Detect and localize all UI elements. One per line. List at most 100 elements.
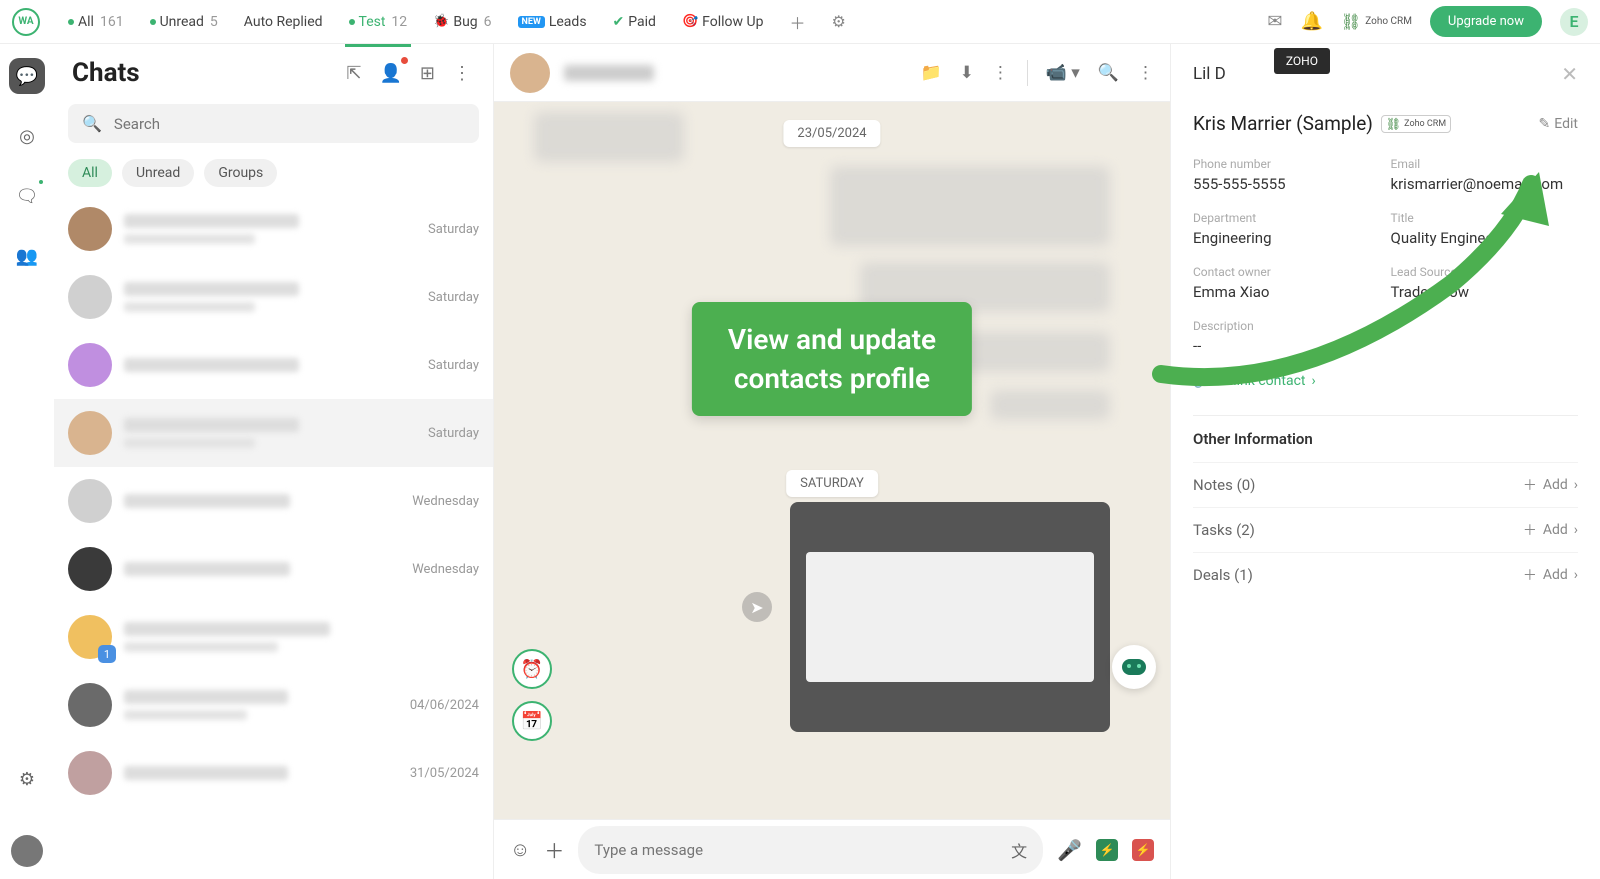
chat-item[interactable]: Saturday — [54, 331, 493, 399]
bot-assistant-button[interactable] — [1112, 645, 1156, 689]
desc-label: Description — [1193, 319, 1381, 333]
date-separator: SATURDAY — [786, 470, 878, 497]
unlink-contact-button[interactable]: 🔗Unlink contact› — [1193, 373, 1578, 389]
search-box[interactable]: 🔍 — [68, 104, 479, 143]
convo-search-icon[interactable]: 🔍 — [1098, 63, 1119, 83]
deals-row[interactable]: Deals (1)＋ Add › — [1193, 552, 1578, 597]
video-call-icon[interactable]: 📹 ▾ — [1046, 63, 1080, 83]
dept-label: Department — [1193, 211, 1381, 225]
user-avatar[interactable]: E — [1560, 8, 1588, 36]
filter-all[interactable]: All — [68, 159, 112, 187]
chat-item[interactable]: 31/05/2024 — [54, 739, 493, 807]
crm-contact-name: Kris Marrier (Sample) — [1193, 112, 1373, 135]
panel-contact-name: Lil D — [1193, 64, 1226, 84]
other-info-header: Other Information — [1193, 415, 1578, 448]
rail-user-avatar[interactable] — [11, 835, 43, 867]
message-composer: ☺ ＋ 文 🎤 ⚡ ⚡ — [494, 819, 1170, 879]
chat-menu-icon[interactable]: ⋮ — [449, 59, 475, 88]
quick-reply-icon[interactable]: ⚡ — [1096, 839, 1118, 861]
desc-value: -- — [1193, 337, 1381, 355]
crm-badge-mini: ⛓Zoho CRM — [1381, 115, 1451, 133]
convo-menu-icon[interactable]: ⋮ — [992, 63, 1009, 83]
tab-leads[interactable]: NEWLeads — [508, 8, 597, 36]
attach-icon[interactable]: ＋ — [544, 835, 564, 864]
add-contact-icon[interactable]: 👤 — [375, 59, 405, 88]
inbox-icon[interactable]: ✉ — [1267, 11, 1282, 32]
rail-status-icon[interactable]: ◎ — [9, 118, 45, 154]
owner-label: Contact owner — [1193, 265, 1381, 279]
calendar-button[interactable]: 📅 — [512, 701, 552, 741]
rail-chats-icon[interactable]: 💬 — [9, 58, 45, 94]
date-separator: 23/05/2024 — [783, 120, 880, 147]
rail-messages-icon[interactable]: 🗨 — [9, 178, 45, 214]
chat-item[interactable]: Saturday — [54, 263, 493, 331]
source-value: Trade Show — [1391, 283, 1579, 301]
conversation-avatar[interactable] — [510, 53, 550, 93]
template-icon[interactable]: ⚡ — [1132, 839, 1154, 861]
edit-button[interactable]: ✎Edit — [1539, 116, 1578, 132]
tab-paid[interactable]: ✔Paid — [603, 8, 666, 36]
rail-settings-icon[interactable]: ⚙ — [9, 761, 45, 797]
convo-more-icon[interactable]: ⋮ — [1137, 63, 1154, 83]
close-icon[interactable]: ✕ — [1561, 62, 1578, 86]
chat-list-panel: Chats ⇱ 👤 ⊞ ⋮ 🔍 All Unread Groups Saturd… — [54, 44, 494, 879]
app-logo[interactable]: WA — [12, 8, 40, 36]
reminder-button[interactable]: ⏰ — [512, 649, 552, 689]
tab-all[interactable]: All161 — [58, 8, 134, 36]
title-value: Quality Engineer — [1391, 229, 1579, 247]
left-rail: 💬 ◎ 🗨 👥 ⚙ — [0, 44, 54, 879]
translate-icon[interactable]: 文 — [1011, 838, 1027, 862]
chat-list-title: Chats — [72, 58, 332, 88]
annotation-callout: View and update contacts profile — [692, 302, 972, 416]
forward-icon[interactable]: ➤ — [742, 592, 772, 622]
mic-icon[interactable]: 🎤 — [1057, 838, 1082, 862]
tab-settings-button[interactable]: ⚙ — [821, 6, 855, 37]
email-value: krismarrier@noemail.com — [1391, 175, 1579, 193]
tab-auto-replied[interactable]: Auto Replied — [234, 8, 333, 36]
tab-test[interactable]: Test12 — [339, 8, 418, 36]
contact-profile-panel: Lil D ✕ Kris Marrier (Sample) ⛓Zoho CRM … — [1170, 44, 1600, 879]
conversation-header: 📁 ⬇ ⋮ 📹 ▾ 🔍 ⋮ — [494, 44, 1170, 102]
view-tabs: All161 Unread5 Auto Replied Test12 🐞Bug6… — [58, 4, 856, 40]
search-input[interactable] — [114, 115, 465, 133]
filter-groups[interactable]: Groups — [204, 159, 277, 187]
tab-unread[interactable]: Unread5 — [140, 8, 228, 36]
emoji-icon[interactable]: ☺ — [510, 837, 530, 862]
folder-icon[interactable]: 📁 — [920, 63, 941, 83]
notes-row[interactable]: Notes (0)＋ Add › — [1193, 462, 1578, 507]
top-navbar: WA All161 Unread5 Auto Replied Test12 🐞B… — [0, 0, 1600, 44]
chat-item[interactable]: Wednesday — [54, 535, 493, 603]
phone-label: Phone number — [1193, 157, 1381, 171]
rail-contacts-icon[interactable]: 👥 — [9, 238, 45, 274]
upgrade-button[interactable]: Upgrade now — [1430, 6, 1542, 37]
email-label: Email — [1391, 157, 1579, 171]
tasks-row[interactable]: Tasks (2)＋ Add › — [1193, 507, 1578, 552]
dept-value: Engineering — [1193, 229, 1381, 247]
conversation-panel: 📁 ⬇ ⋮ 📹 ▾ 🔍 ⋮ 23/05/2024 SATURDAY ➤ View… — [494, 44, 1170, 879]
chat-item[interactable]: Saturday — [54, 399, 493, 467]
phone-value: 555-555-5555 — [1193, 175, 1381, 193]
add-note-button[interactable]: ＋ Add › — [1523, 475, 1578, 495]
pencil-icon: ✎ — [1539, 116, 1551, 132]
add-deal-button[interactable]: ＋ Add › — [1523, 565, 1578, 585]
add-task-button[interactable]: ＋ Add › — [1523, 520, 1578, 540]
chat-item[interactable]: 04/06/2024 — [54, 671, 493, 739]
chat-item[interactable]: Wednesday — [54, 467, 493, 535]
source-label: Lead Source — [1391, 265, 1579, 279]
download-icon[interactable]: ⬇ — [960, 63, 974, 83]
tab-followup[interactable]: 🎯Follow Up — [672, 8, 774, 36]
chat-item[interactable]: 1 — [54, 603, 493, 671]
chat-item[interactable]: Saturday — [54, 195, 493, 263]
message-input[interactable] — [594, 841, 1011, 859]
external-icon[interactable]: ⇱ — [342, 59, 365, 88]
bell-icon[interactable]: 🔔 — [1301, 11, 1323, 32]
conversation-name — [564, 65, 654, 81]
tab-bug[interactable]: 🐞Bug6 — [423, 8, 501, 36]
add-tab-button[interactable]: ＋ — [779, 4, 815, 40]
link-icon: 🔗 — [1193, 373, 1210, 389]
filter-unread[interactable]: Unread — [122, 159, 194, 187]
crm-badge[interactable]: ⛓Zoho CRM — [1341, 12, 1412, 31]
message-image[interactable] — [790, 502, 1110, 732]
title-label: Title — [1391, 211, 1579, 225]
new-chat-icon[interactable]: ⊞ — [416, 59, 439, 88]
